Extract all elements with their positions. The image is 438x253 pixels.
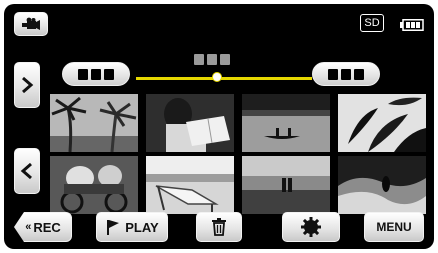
chevron-right-icon <box>22 76 34 94</box>
timeline-knob[interactable] <box>212 72 222 82</box>
timeline-track <box>136 77 312 80</box>
battery-icon <box>400 18 424 36</box>
end-date-pill[interactable] <box>312 62 380 86</box>
thumbnail-couple-on-beach[interactable] <box>242 156 330 214</box>
settings-button[interactable] <box>282 212 340 242</box>
play-button[interactable]: PLAY <box>96 212 168 242</box>
thumbnail-tropical-leaves[interactable] <box>338 94 426 152</box>
start-date-pill[interactable] <box>62 62 130 86</box>
double-chevron-left-icon: « <box>25 221 32 233</box>
thumbnail-canoe-on-lake[interactable] <box>242 94 330 152</box>
delete-button[interactable] <box>196 212 242 242</box>
timeline-slider[interactable] <box>136 72 312 84</box>
rec-mode-button[interactable]: « REC <box>14 212 72 242</box>
thumbnail-beach-lounge-chair[interactable] <box>146 156 234 214</box>
mode-switch-button[interactable] <box>14 12 48 36</box>
trash-icon <box>212 218 226 236</box>
camera-playback-screen: SD « REC PLAY MENU <box>4 4 434 249</box>
thumbnail-palm-trees[interactable] <box>50 94 138 152</box>
thumbnail-cyclists[interactable] <box>50 156 138 214</box>
gear-icon <box>301 217 321 237</box>
prev-page-button[interactable] <box>14 148 40 194</box>
chevron-left-icon <box>20 162 32 180</box>
menu-button[interactable]: MENU <box>364 212 424 242</box>
sd-card-badge: SD <box>360 14 384 32</box>
thumbnail-wave-surfer[interactable] <box>338 156 426 214</box>
menu-label: MENU <box>376 220 412 234</box>
flag-icon <box>107 220 120 235</box>
current-date-indicator <box>194 54 230 65</box>
video-camera-icon <box>22 17 40 30</box>
thumbnail-person-reading[interactable] <box>146 94 234 152</box>
rec-label: REC <box>33 219 61 235</box>
next-page-button[interactable] <box>14 62 40 108</box>
sd-card-label: SD <box>364 17 380 29</box>
play-label: PLAY <box>125 219 159 235</box>
